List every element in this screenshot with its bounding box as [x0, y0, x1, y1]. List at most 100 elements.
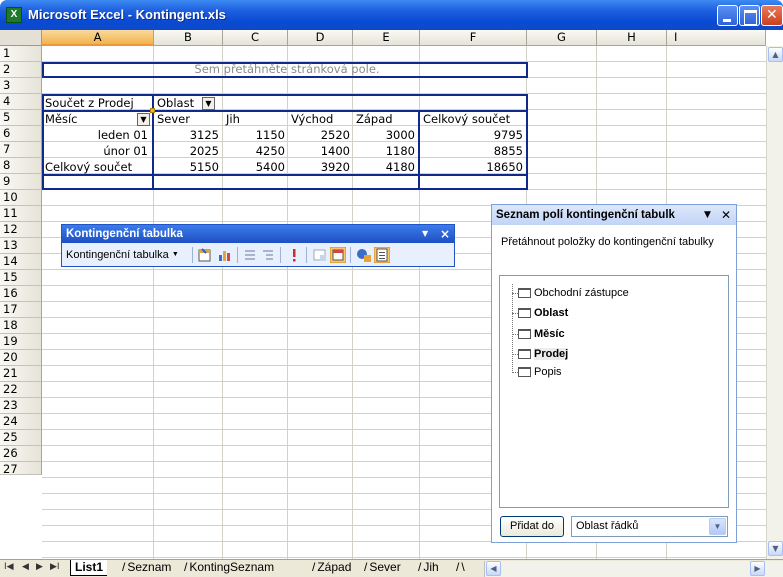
always-display-items-icon[interactable] — [330, 247, 346, 263]
column-header-g[interactable]: G — [527, 30, 597, 46]
show-detail-icon[interactable] — [260, 247, 276, 263]
sheet-tab-zapad[interactable]: Západ — [308, 560, 356, 576]
field-item[interactable]: Oblast — [518, 305, 568, 321]
value-cell[interactable]: 4250 — [224, 144, 287, 159]
column-header-d[interactable]: D — [288, 30, 353, 46]
scroll-right-icon[interactable]: ▶ — [750, 561, 765, 576]
row-header-23[interactable]: 23 — [0, 398, 42, 414]
row-header-11[interactable]: 11 — [0, 206, 42, 222]
pane-options-icon[interactable]: ▼ — [704, 205, 711, 225]
value-cell[interactable]: 3125 — [155, 128, 221, 143]
row-header-18[interactable]: 18 — [0, 318, 42, 334]
first-sheet-icon[interactable]: I◀ — [4, 562, 14, 572]
value-cell[interactable]: 2025 — [155, 144, 221, 159]
row-header-6[interactable]: 6 — [0, 126, 42, 142]
column-item-sever[interactable]: Sever — [155, 112, 221, 127]
row-header-2[interactable]: 2 — [0, 62, 42, 78]
column-item-jih[interactable]: Jih — [224, 112, 287, 127]
chevron-down-icon[interactable]: ▼ — [709, 518, 726, 535]
column-item-vychod[interactable]: Východ — [289, 112, 352, 127]
field-settings-icon[interactable] — [356, 247, 372, 263]
value-cell[interactable]: 5400 — [224, 160, 287, 175]
column-header-b[interactable]: B — [154, 30, 223, 46]
row-item-unor[interactable]: únor 01 — [43, 144, 150, 159]
row-header-1[interactable]: 1 — [0, 46, 42, 62]
row-field-dropdown-icon[interactable]: ▼ — [137, 113, 150, 126]
row-header-8[interactable]: 8 — [0, 158, 42, 174]
column-header-h[interactable]: H — [597, 30, 667, 46]
pivot-toolbar[interactable]: Kontingenční tabulka ▼ × Kontingenční ta… — [61, 224, 455, 267]
row-header-26[interactable]: 26 — [0, 446, 42, 462]
row-header-14[interactable]: 14 — [0, 254, 42, 270]
field-item[interactable]: Prodej — [518, 346, 569, 362]
add-to-button[interactable]: Přidat do — [500, 516, 564, 537]
pivot-menu-button[interactable]: Kontingenční tabulka ▼ — [66, 247, 179, 263]
row-header-24[interactable]: 24 — [0, 414, 42, 430]
field-item[interactable]: Měsíc — [518, 326, 565, 342]
prev-sheet-icon[interactable]: ◀ — [22, 562, 29, 572]
column-header-f[interactable]: F — [420, 30, 527, 46]
field-list-icon[interactable] — [374, 247, 390, 263]
field-list-pane-title[interactable]: Seznam polí kontingenční tabulk — [492, 205, 736, 225]
field-item[interactable]: Obchodní zástupce — [518, 285, 629, 301]
value-cell[interactable]: 2520 — [289, 128, 352, 143]
sheet-tab-sever[interactable]: Sever — [360, 560, 405, 576]
row-header-15[interactable]: 15 — [0, 270, 42, 286]
fill-handle[interactable] — [150, 108, 155, 113]
value-cell[interactable]: 3920 — [289, 160, 352, 175]
toolbar-options-icon[interactable]: ▼ — [422, 225, 428, 243]
column-item-zapad[interactable]: Západ — [354, 112, 417, 127]
refresh-data-icon[interactable] — [286, 247, 302, 263]
pivot-chart-icon[interactable] — [217, 247, 233, 263]
row-header-9[interactable]: 9 — [0, 174, 42, 190]
excel-icon[interactable]: X — [6, 7, 22, 23]
value-cell[interactable]: 9795 — [421, 128, 525, 143]
row-header-10[interactable]: 10 — [0, 190, 42, 206]
pivot-row-field[interactable]: Měsíc — [43, 112, 137, 127]
row-header-22[interactable]: 22 — [0, 382, 42, 398]
row-header-19[interactable]: 19 — [0, 334, 42, 350]
column-field-dropdown-icon[interactable]: ▼ — [202, 97, 215, 110]
sheet-tab-list1[interactable]: List1 — [70, 560, 108, 576]
row-header-27[interactable]: 27 — [0, 462, 42, 475]
row-header-21[interactable]: 21 — [0, 366, 42, 382]
pane-close-icon[interactable]: ✕ — [721, 205, 731, 225]
field-list-box[interactable]: Obchodní zástupce Oblast Měsíc Prodej Po… — [499, 275, 729, 508]
maximize-button[interactable] — [739, 5, 760, 26]
value-cell[interactable]: 1150 — [224, 128, 287, 143]
field-item[interactable]: Popis — [518, 364, 562, 380]
area-select[interactable]: Oblast řádků ▼ — [571, 516, 728, 537]
value-cell[interactable]: 1180 — [354, 144, 417, 159]
value-cell[interactable]: 18650 — [421, 160, 525, 175]
sheet-tab-kontingseznam[interactable]: KontingSeznam — [180, 560, 279, 576]
next-sheet-icon[interactable]: ▶ — [36, 562, 43, 572]
pivot-toolbar-title[interactable]: Kontingenční tabulka — [62, 225, 454, 243]
scroll-up-icon[interactable]: ▲ — [768, 47, 783, 62]
row-item-leden[interactable]: leden 01 — [43, 128, 150, 143]
row-header-16[interactable]: 16 — [0, 286, 42, 302]
row-header-12[interactable]: 12 — [0, 222, 42, 238]
pivot-data-label[interactable]: Součet z Prodej — [43, 96, 153, 111]
grand-total-label[interactable]: Celkový součet — [43, 160, 151, 175]
include-hidden-items-icon[interactable] — [312, 247, 328, 263]
value-cell[interactable]: 3000 — [354, 128, 417, 143]
row-header-5[interactable]: 5 — [0, 110, 42, 126]
scroll-down-icon[interactable]: ▼ — [768, 541, 783, 556]
value-cell[interactable]: 8855 — [421, 144, 525, 159]
pivot-column-field[interactable]: Oblast — [155, 96, 205, 111]
horizontal-scrollbar[interactable]: ◀ ▶ — [484, 561, 783, 577]
select-all-corner[interactable] — [0, 30, 42, 46]
column-header-i[interactable]: I — [667, 30, 766, 46]
row-header-4[interactable]: 4 — [0, 94, 42, 110]
minimize-button[interactable] — [717, 5, 738, 26]
column-item-grand-total[interactable]: Celkový součet — [421, 112, 526, 127]
row-header-25[interactable]: 25 — [0, 430, 42, 446]
value-cell[interactable]: 4180 — [354, 160, 417, 175]
sheet-tab-seznam[interactable]: Seznam — [118, 560, 176, 576]
last-sheet-icon[interactable]: ▶I — [50, 562, 60, 572]
format-report-icon[interactable] — [197, 247, 213, 263]
row-header-7[interactable]: 7 — [0, 142, 42, 158]
sheet-tab-more[interactable]: \ — [452, 560, 469, 576]
sheet-tab-jih[interactable]: Jih — [414, 560, 443, 576]
vertical-scrollbar[interactable]: ▲ ▼ — [766, 46, 783, 559]
